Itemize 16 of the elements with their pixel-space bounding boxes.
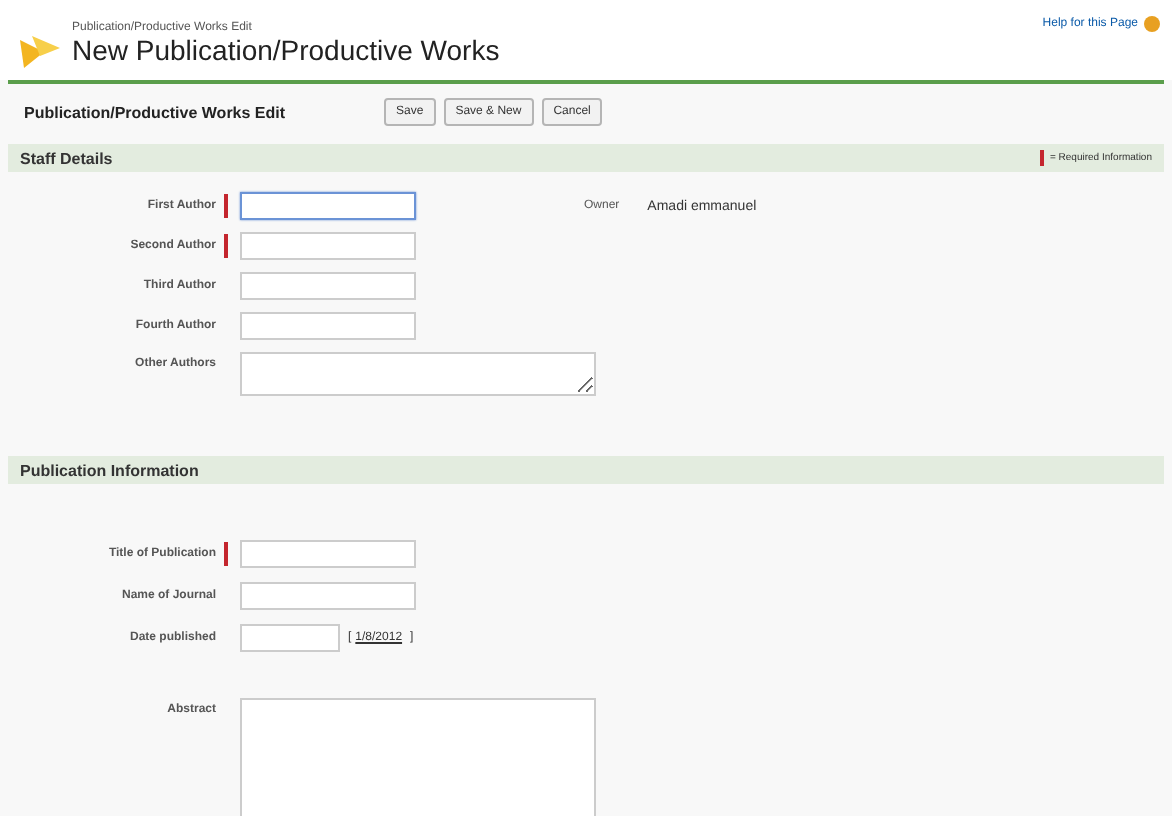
form-title: Publication/Productive Works Edit xyxy=(24,103,288,121)
input-field[interactable] xyxy=(240,272,416,300)
pencil-icon xyxy=(16,32,64,72)
input-field[interactable] xyxy=(240,540,416,568)
help-icon xyxy=(1144,16,1160,32)
input-field[interactable] xyxy=(240,312,416,340)
page-title: New Publication/Productive Works xyxy=(72,34,500,66)
section-title: Publication Information xyxy=(20,461,199,479)
required-marker xyxy=(1039,150,1044,166)
text-area[interactable] xyxy=(240,698,596,816)
input-field[interactable] xyxy=(240,582,416,610)
section-title: Staff Details xyxy=(20,149,113,167)
input-field[interactable] xyxy=(240,232,416,260)
text-area[interactable] xyxy=(240,352,596,396)
input-field[interactable] xyxy=(240,192,416,220)
date-field[interactable] xyxy=(240,624,340,652)
